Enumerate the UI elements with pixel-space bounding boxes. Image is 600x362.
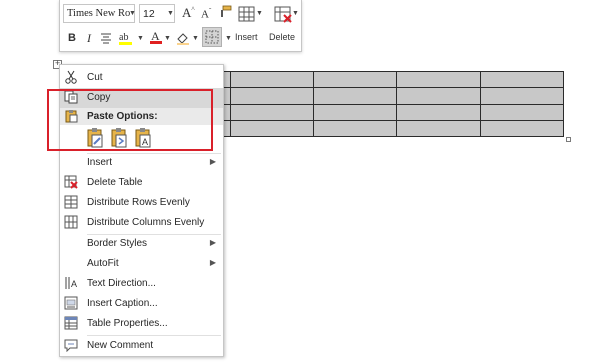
grow-font-icon[interactable]: A^ (182, 5, 195, 21)
borders-icon[interactable] (202, 27, 222, 47)
table-cell[interactable] (222, 103, 232, 121)
table-cell[interactable] (479, 103, 565, 121)
mini-toolbar: Times New Ro ▼ 12 ▼ A^ Aˇ B I ab ▼ A ▼ ▼… (59, 0, 302, 52)
font-name-dropdown-icon[interactable]: ▼ (129, 10, 136, 17)
table-cell[interactable] (230, 103, 315, 121)
shading-dropdown-icon[interactable]: ▼ (192, 35, 199, 42)
font-name-value: Times New Ro (67, 8, 131, 19)
font-size-dropdown-icon[interactable]: ▼ (167, 10, 174, 17)
submenu-arrow-icon: ▶ (209, 238, 216, 247)
borders-dropdown-icon[interactable]: ▼ (225, 35, 232, 42)
table-cell[interactable] (222, 87, 232, 105)
table-cell[interactable] (479, 119, 565, 138)
table-cell[interactable] (396, 87, 481, 105)
table-cell[interactable] (230, 70, 315, 89)
table-row (222, 103, 565, 121)
table-row (222, 70, 565, 89)
table-row (222, 119, 565, 138)
insert-dropdown-icon[interactable]: ▼ (256, 10, 263, 17)
menu-item-label: Text Direction... (87, 278, 156, 289)
menu-item-label: Distribute Columns Evenly (87, 217, 205, 228)
submenu-arrow-icon: ▶ (209, 157, 216, 166)
shading-icon[interactable] (175, 30, 191, 49)
font-name-box[interactable]: Times New Ro (63, 4, 135, 23)
menu-item-border-styles[interactable]: Border Styles ▶ (60, 234, 223, 254)
insert-table-icon[interactable] (237, 5, 257, 26)
table-cell[interactable] (396, 119, 481, 138)
menu-item-label: Table Properties... (87, 318, 168, 329)
menu-item-text-direction[interactable]: A Text Direction... (60, 274, 223, 294)
menu-item-label: New Comment (87, 340, 154, 351)
scissors-icon (64, 70, 78, 84)
menu-item-table-properties[interactable]: Table Properties... (60, 314, 223, 334)
menu-item-label: Distribute Rows Evenly (87, 197, 190, 208)
table-cell[interactable] (222, 119, 232, 138)
menu-item-insert-caption[interactable]: Insert Caption... (60, 294, 223, 314)
font-color-icon[interactable]: A (149, 29, 163, 48)
distribute-columns-icon (64, 215, 78, 229)
menu-item-label: Insert (87, 157, 113, 168)
delete-button-label[interactable]: Delete (269, 32, 295, 42)
table-cell[interactable] (222, 70, 232, 89)
insert-caption-icon (64, 296, 78, 310)
menu-item-insert[interactable]: Insert ▶ (60, 153, 223, 173)
font-size-value: 12 (143, 8, 155, 20)
menu-item-label: Border Styles (87, 238, 148, 249)
annotation-highlight-box (47, 89, 213, 151)
insert-button-label[interactable]: Insert (235, 32, 258, 42)
document-table (222, 70, 565, 138)
menu-item-label: Insert Caption... (87, 298, 158, 309)
table-cell[interactable] (313, 119, 398, 138)
table-cell[interactable] (313, 70, 398, 89)
svg-text:ab: ab (119, 32, 128, 43)
table-cell[interactable] (313, 103, 398, 121)
table-row (222, 87, 565, 105)
menu-item-distribute-rows[interactable]: Distribute Rows Evenly (60, 193, 223, 213)
menu-item-label: AutoFit (87, 258, 119, 269)
table-cell[interactable] (313, 87, 398, 105)
table-cell[interactable] (479, 70, 565, 89)
table-resize-handle[interactable] (566, 137, 571, 142)
table-cell[interactable] (396, 70, 481, 89)
table-cell[interactable] (396, 103, 481, 121)
distribute-rows-icon (64, 195, 78, 209)
center-align-icon[interactable] (100, 32, 112, 47)
text-direction-icon: A (64, 276, 78, 290)
highlight-dropdown-icon[interactable]: ▼ (137, 35, 144, 42)
menu-item-cut[interactable]: Cut (60, 68, 223, 88)
table-cell[interactable] (230, 119, 315, 138)
delete-dropdown-icon[interactable]: ▼ (292, 10, 299, 17)
menu-item-delete-table[interactable]: Delete Table (60, 173, 223, 193)
submenu-arrow-icon: ▶ (209, 258, 216, 267)
menu-item-distribute-columns[interactable]: Distribute Columns Evenly (60, 213, 223, 233)
bold-icon[interactable]: B (66, 29, 78, 47)
comment-icon (64, 338, 78, 353)
italic-icon[interactable]: I (83, 29, 95, 47)
menu-item-label: Cut (87, 72, 103, 83)
menu-item-autofit[interactable]: AutoFit ▶ (60, 254, 223, 274)
shrink-font-icon[interactable]: Aˇ (201, 7, 211, 21)
delete-table-icon (64, 175, 78, 189)
format-painter-icon[interactable] (218, 5, 232, 22)
table-cell[interactable] (479, 87, 565, 105)
menu-item-label: Delete Table (87, 177, 143, 188)
font-color-dropdown-icon[interactable]: ▼ (164, 35, 171, 42)
menu-item-new-comment[interactable]: New Comment (60, 336, 223, 356)
table-properties-icon (64, 316, 78, 330)
svg-text:A: A (71, 279, 77, 289)
table-cell[interactable] (230, 87, 315, 105)
delete-table-icon[interactable] (273, 5, 293, 26)
highlight-icon[interactable]: ab (118, 30, 136, 49)
svg-text:A: A (151, 29, 160, 43)
